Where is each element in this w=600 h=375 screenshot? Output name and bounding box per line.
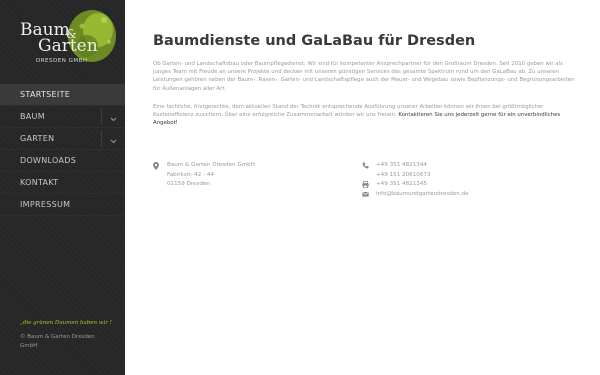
- contact-email[interactable]: info@baumundgartendresden.de: [376, 190, 469, 200]
- submenu-toggle-baum[interactable]: [101, 109, 125, 125]
- address-street: Fabrikstr. 42 - 44: [167, 171, 215, 178]
- nav-item-label: KONTAKT: [20, 178, 59, 187]
- contact-phone[interactable]: +49 351 4821344: [376, 161, 427, 171]
- second-paragraph: Eine fachliche, fristgerechte, dem aktue…: [153, 103, 580, 128]
- address-city: 01159 Dresden: [167, 181, 210, 187]
- envelope-icon: [362, 191, 369, 197]
- nav-item-label: BAUM: [20, 112, 45, 121]
- nav-item-kontakt[interactable]: KONTAKT: [0, 172, 125, 194]
- logo-word-garten: Garten: [38, 36, 98, 56]
- contact-phone-row: +49 351 4821344: [362, 161, 562, 171]
- main-navigation: STARTSEITE BAUM GARTEN DOWNLOADS KONTAKT: [0, 84, 125, 216]
- address-lines: Baum & Garten Dresden GmbH Fabrikstr. 42…: [167, 161, 255, 190]
- intro-paragraph: Ob Garten- und Landschaftsbau oder Baump…: [153, 61, 575, 92]
- contact-mobile-row: +49 151 20610673: [362, 171, 562, 181]
- sidebar: Baum & Garten DRESDEN GMBH STARTSEITE BA…: [0, 0, 125, 375]
- nav-item-label: DOWNLOADS: [20, 156, 77, 165]
- copyright: © Baum & Garten Dresden GmbH: [20, 334, 95, 349]
- chevron-down-icon: [110, 117, 117, 122]
- nav-item-label: IMPRESSUM: [20, 200, 71, 209]
- contact-fax-row: +49 351 4821345: [362, 180, 562, 190]
- nav-item-downloads[interactable]: DOWNLOADS: [0, 150, 125, 172]
- phone-icon: [362, 162, 369, 169]
- address-company: Baum & Garten Dresden GmbH: [167, 162, 255, 168]
- contact-mobile[interactable]: +49 151 20610673: [376, 171, 431, 181]
- contact-email-row: info@baumundgartendresden.de: [362, 190, 562, 200]
- contact-block: +49 351 4821344 +49 151 20610673 +49 351…: [362, 161, 562, 199]
- map-marker-icon: [153, 162, 159, 170]
- nav-item-startseite[interactable]: STARTSEITE: [0, 84, 125, 106]
- slogan: „die grünen Daumen haben wir !: [20, 320, 112, 326]
- contact-fax: +49 351 4821345: [376, 181, 427, 187]
- nav-item-baum[interactable]: BAUM: [0, 106, 125, 128]
- nav-item-garten[interactable]: GARTEN: [0, 128, 125, 150]
- company-logo[interactable]: Baum & Garten DRESDEN GMBH: [14, 6, 118, 68]
- main-content: Baumdienste und GaLaBau für Dresden Ob G…: [153, 0, 600, 375]
- nav-item-label: STARTSEITE: [20, 90, 71, 99]
- page-title: Baumdienste und GaLaBau für Dresden: [153, 33, 476, 49]
- nav-item-label: GARTEN: [20, 134, 55, 143]
- nav-item-impressum[interactable]: IMPRESSUM: [0, 194, 125, 216]
- chevron-down-icon: [110, 139, 117, 144]
- fax-icon: [362, 181, 369, 188]
- logo-subtitle: DRESDEN GMBH: [36, 58, 88, 64]
- submenu-toggle-garten[interactable]: [101, 131, 125, 147]
